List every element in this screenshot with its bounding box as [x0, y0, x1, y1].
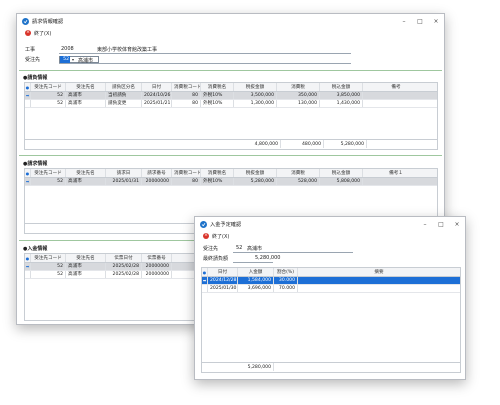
schedule-grid-header: ● 日付 入金額 割合(%) 摘要	[202, 268, 460, 277]
exit-icon: ×	[25, 30, 31, 36]
col-header[interactable]: 消費税	[277, 83, 320, 91]
maximize-button[interactable]: □	[412, 14, 428, 28]
payment-section-title: ●入金情報	[23, 246, 48, 252]
schedule-totals: 5,280,000	[202, 362, 460, 371]
close-button[interactable]: ×	[428, 14, 444, 28]
col-header[interactable]: 受注先コード	[31, 169, 66, 177]
col-header[interactable]: 受注先名	[66, 83, 106, 91]
payment-window-title: 入金予定確認	[210, 221, 242, 228]
maximize-button[interactable]: □	[433, 217, 449, 231]
billing-window-titlebar[interactable]: 請求情報確認 – □ ×	[17, 14, 444, 28]
table-row[interactable]: 2025/01/30 3,696,000 70.000	[202, 285, 460, 293]
app-icon	[22, 17, 29, 25]
col-header[interactable]: 日付	[142, 83, 172, 91]
total-payment: 5,280,000	[238, 363, 274, 371]
col-header[interactable]: 消費税名	[201, 169, 234, 177]
payment-window-titlebar[interactable]: 入金予定確認 – □ ×	[195, 217, 465, 231]
table-row[interactable]: ➡ 52 高浦市 2025/01/31 20000000 80 外税10% 5,…	[25, 178, 437, 186]
col-header[interactable]: 割合(%)	[274, 268, 298, 276]
billing-grid-header: ● 受注先コード 受注先名 請求日 請求番号 消費税コード 消費税名 税抜金額 …	[25, 169, 437, 178]
col-header[interactable]: 備考	[363, 83, 429, 91]
col-header[interactable]: 受注先コード	[31, 83, 66, 91]
payment-schedule-grid[interactable]: ● 日付 入金額 割合(%) 摘要 ➡ 2024/12/28 1,584,000…	[201, 267, 461, 373]
table-row[interactable]: ➡ 2024/12/28 1,584,000 30.000	[202, 277, 460, 285]
job-name: 東部小学校体育館改築工事	[97, 47, 158, 53]
client-label: 受注先	[203, 246, 219, 252]
billing-window-title: 請求情報確認	[32, 18, 64, 25]
total-with-tax: 5,280,000	[324, 140, 367, 148]
col-header[interactable]: 税込金額	[320, 169, 363, 177]
col-header[interactable]: 消費税コード	[172, 169, 201, 177]
exit-label: 終了(X)	[212, 233, 230, 240]
job-label: 工事	[25, 47, 36, 53]
client-code: 52	[236, 245, 243, 251]
col-header[interactable]: 消費税コード	[172, 83, 201, 91]
col-header[interactable]: 消費税名	[201, 83, 234, 91]
total-before-tax: 4,800,000	[238, 140, 281, 148]
billing-section-title: ●請求情報	[23, 161, 48, 167]
exit-button[interactable]: × 終了(X)	[17, 28, 444, 38]
exit-button[interactable]: × 終了(X)	[195, 231, 465, 241]
exit-label: 終了(X)	[34, 30, 52, 37]
job-code: 2008	[61, 46, 74, 52]
total-tax: 480,000	[281, 140, 324, 148]
col-header[interactable]: 請求番号	[142, 169, 172, 177]
close-button[interactable]: ×	[449, 217, 465, 231]
estimate-grid[interactable]: ● 受注先コード 受注先名 請負区分名 日付 消費税コード 消費税名 税抜金額 …	[24, 82, 438, 150]
payment-schedule-window: 入金予定確認 – □ × × 終了(X) 受注先 52 高浦市 最終請負額 5,…	[194, 216, 466, 380]
col-header[interactable]: 請負区分名	[106, 83, 142, 91]
final-amount: 5,280,000	[255, 255, 281, 261]
col-header[interactable]: 税抜金額	[234, 169, 277, 177]
app-icon	[200, 220, 207, 228]
col-header[interactable]: 受注先名	[66, 254, 106, 262]
minimize-button[interactable]: –	[417, 217, 433, 231]
col-header[interactable]: 伝票番号	[142, 254, 172, 262]
client-code[interactable]: 52	[60, 56, 70, 63]
col-header[interactable]: 受注先コード	[31, 254, 66, 262]
minimize-button[interactable]: –	[396, 14, 412, 28]
col-header[interactable]: 摘要	[298, 268, 460, 276]
estimate-grid-header: ● 受注先コード 受注先名 請負区分名 日付 消費税コード 消費税名 税抜金額 …	[25, 83, 437, 92]
col-header[interactable]: 税込金額	[320, 83, 363, 91]
col-header[interactable]: 伝票日付	[106, 254, 142, 262]
table-row[interactable]: ➡ 52 高浦市 当初請負 2024/10/26 80 外税10% 3,500,…	[25, 92, 437, 100]
table-row[interactable]: 52 高浦市 請負変更 2025/01/21 80 外税10% 1,300,00…	[25, 100, 437, 108]
col-header[interactable]: 備考１	[363, 169, 429, 177]
col-header[interactable]: 消費税	[277, 169, 320, 177]
final-amount-label: 最終請負額	[203, 256, 229, 262]
estimate-section-title: ●請負情報	[23, 75, 48, 81]
chevron-down-icon[interactable]: ▾	[72, 57, 74, 62]
col-header[interactable]: 受注先名	[66, 169, 106, 177]
col-header[interactable]: 入金額	[238, 268, 274, 276]
exit-icon: ×	[203, 233, 209, 239]
col-header[interactable]: 日付	[208, 268, 238, 276]
col-header[interactable]: 請求日	[106, 169, 142, 177]
estimate-totals: 4,800,000 480,000 5,280,000	[25, 139, 437, 148]
client-name: 高浦市	[247, 246, 263, 252]
col-header[interactable]: 税抜金額	[234, 83, 277, 91]
client-label: 受注先	[25, 57, 41, 63]
